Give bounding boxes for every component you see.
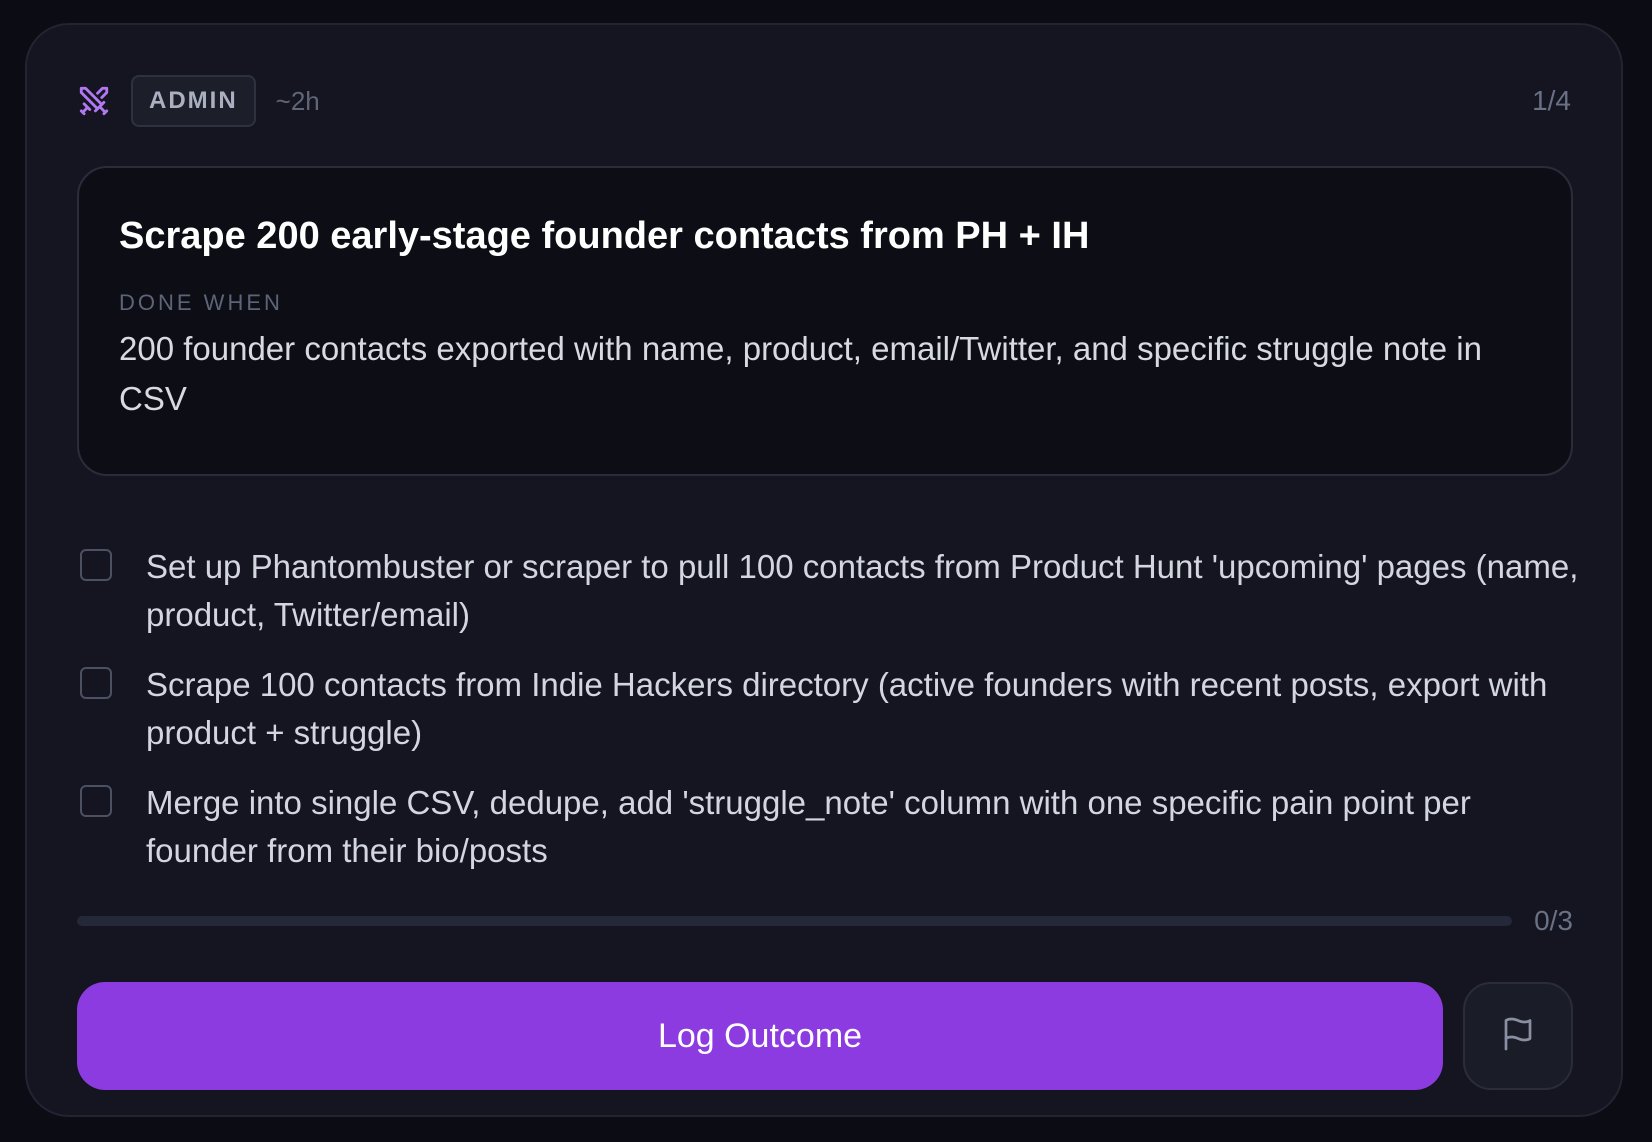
- done-when-label: DONE WHEN: [119, 290, 283, 315]
- step-counter: 1/4: [1532, 85, 1571, 116]
- duration-estimate: ~2h: [275, 85, 320, 116]
- checkbox[interactable]: [80, 549, 112, 581]
- progress-count: 0/3: [1534, 905, 1573, 936]
- card-header: ADMIN ~2h 1/4: [77, 75, 1571, 127]
- progress-row: 0/3: [77, 901, 1573, 941]
- log-outcome-button[interactable]: Log Outcome: [77, 982, 1443, 1090]
- checklist-item[interactable]: Set up Phantombuster or scraper to pull …: [80, 543, 1580, 639]
- checklist-item-label: Merge into single CSV, dedupe, add 'stru…: [146, 784, 1471, 869]
- checkbox[interactable]: [80, 785, 112, 817]
- progress-bar: [77, 916, 1513, 926]
- checklist-item-label: Set up Phantombuster or scraper to pull …: [146, 548, 1579, 633]
- checklist-item-label: Scrape 100 contacts from Indie Hackers d…: [146, 666, 1548, 751]
- flag-button[interactable]: [1463, 982, 1573, 1090]
- task-summary: Scrape 200 early-stage founder contacts …: [77, 166, 1573, 476]
- category-badge: ADMIN: [131, 75, 256, 127]
- checkbox[interactable]: [80, 667, 112, 699]
- task-card: ADMIN ~2h 1/4 Scrape 200 early-stage fou…: [25, 23, 1623, 1117]
- task-title: Scrape 200 early-stage founder contacts …: [119, 215, 1090, 257]
- checklist-item[interactable]: Merge into single CSV, dedupe, add 'stru…: [80, 779, 1580, 875]
- subtask-checklist: Set up Phantombuster or scraper to pull …: [80, 543, 1580, 897]
- done-when-text: 200 founder contacts exported with name,…: [119, 330, 1482, 417]
- flag-icon: [1500, 1016, 1536, 1057]
- checklist-item[interactable]: Scrape 100 contacts from Indie Hackers d…: [80, 661, 1580, 757]
- crossed-swords-icon: [77, 84, 111, 118]
